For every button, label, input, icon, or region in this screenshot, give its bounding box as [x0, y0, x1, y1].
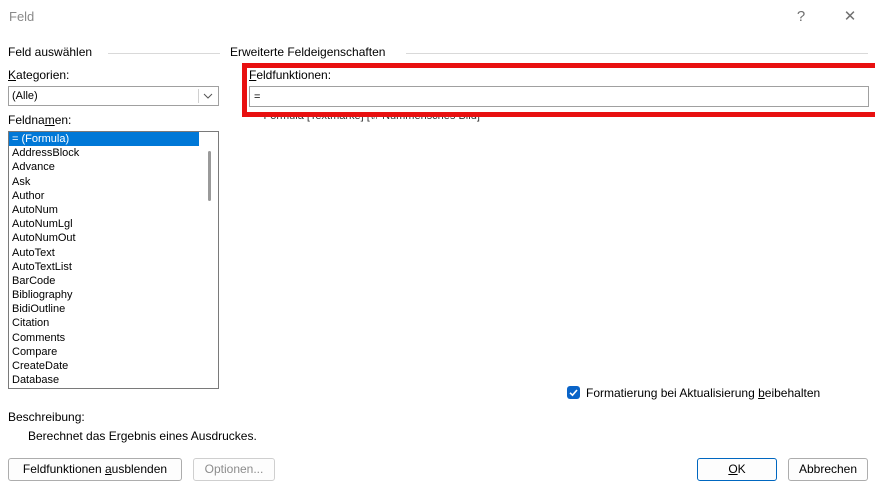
list-item[interactable]: Compare: [9, 345, 218, 359]
list-item[interactable]: CreateDate: [9, 359, 218, 373]
group-divider: [108, 53, 220, 54]
listbox-scrollbar[interactable]: [201, 132, 218, 388]
list-item[interactable]: Database: [9, 373, 218, 387]
checkmark-icon: [569, 389, 578, 397]
list-item[interactable]: Author: [9, 189, 218, 203]
description-label: Beschreibung:: [8, 410, 85, 424]
preserve-formatting-label[interactable]: Formatierung bei Aktualisierung beibehal…: [586, 386, 820, 400]
list-item[interactable]: BidiOutline: [9, 302, 218, 316]
advanced-properties-group-header: Erweiterte Feldeigenschaften: [230, 45, 386, 59]
highlight-box: [242, 63, 875, 117]
fieldnames-listbox[interactable]: = (Formula) AddressBlock Advance Ask Author A…: [8, 131, 219, 389]
list-item[interactable]: Ask: [9, 175, 218, 189]
cancel-button[interactable]: Abbrechen: [788, 458, 868, 481]
close-icon: ✕: [843, 8, 857, 25]
list-item[interactable]: Bibliography: [9, 288, 218, 302]
list-item[interactable]: AutoNum: [9, 203, 218, 217]
window-title: Feld: [9, 9, 35, 24]
options-button[interactable]: Optionen...: [193, 458, 275, 481]
combo-separator: [198, 89, 199, 103]
categories-label-text: ategorien:: [16, 68, 70, 82]
ok-button[interactable]: OK: [697, 458, 777, 481]
help-icon: ?: [796, 8, 806, 25]
list-item[interactable]: AutoTextList: [9, 260, 218, 274]
list-item[interactable]: Citation: [9, 316, 218, 330]
categories-value: (Alle): [12, 90, 38, 102]
description-text: Berechnet das Ergebnis eines Ausdruckes.: [28, 429, 257, 443]
list-item[interactable]: AutoNumLgl: [9, 217, 218, 231]
chevron-down-icon[interactable]: [202, 89, 214, 103]
list-item[interactable]: AutoText: [9, 246, 218, 260]
categories-combobox[interactable]: (Alle): [8, 86, 219, 106]
hide-field-codes-button[interactable]: Feldfunktionen ausblenden: [8, 458, 182, 481]
select-field-group-header: Feld auswählen: [8, 45, 93, 59]
categories-label: Kategorien:: [8, 68, 70, 82]
group-divider: [406, 53, 868, 54]
list-item[interactable]: Advance: [9, 160, 218, 174]
list-item[interactable]: AddressBlock: [9, 146, 218, 160]
list-item[interactable]: AutoNumOut: [9, 231, 218, 245]
close-button[interactable]: ✕: [837, 6, 863, 28]
help-button[interactable]: ?: [788, 6, 814, 28]
fieldnames-list: = (Formula) AddressBlock Advance Ask Author A…: [9, 132, 218, 387]
preserve-formatting-checkbox[interactable]: [567, 386, 580, 399]
scrollbar-thumb[interactable]: [208, 151, 211, 201]
fieldnames-label: Feldnamen:: [8, 113, 72, 127]
list-item[interactable]: Comments: [9, 331, 218, 345]
list-item[interactable]: = (Formula): [9, 132, 199, 147]
list-item[interactable]: BarCode: [9, 274, 218, 288]
